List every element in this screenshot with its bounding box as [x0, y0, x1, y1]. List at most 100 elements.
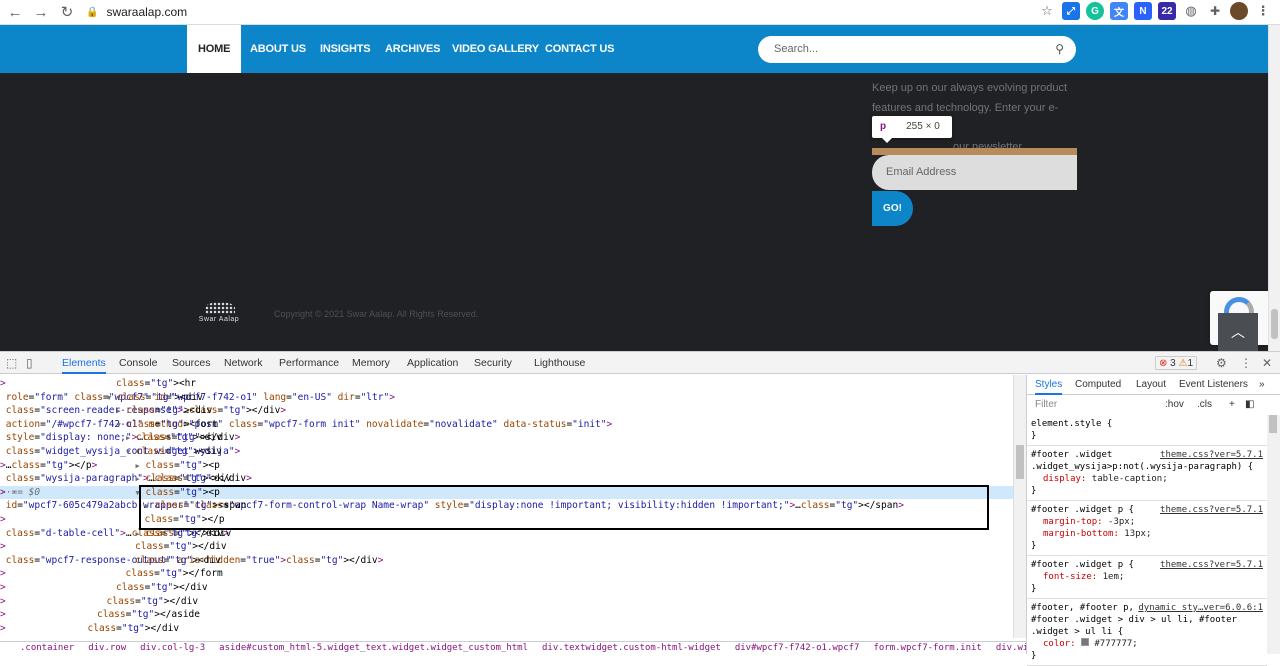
dom-node-collapsible[interactable]: ▶ class="tg"><p >…class="tg"></p> [0, 459, 1013, 473]
css-rule[interactable]: element.style {} [1027, 415, 1267, 446]
scroll-to-top-button[interactable]: ︿ [1218, 313, 1258, 351]
dom-node-collapsible[interactable]: ▶ class="tg"><div class="wysija-paragrap… [0, 472, 1013, 486]
breadcrumb-item[interactable]: div#wpcf7-f742-o1.wpcf7 [735, 643, 860, 653]
tab-lighthouse[interactable]: Lighthouse [534, 352, 585, 374]
tab-styles[interactable]: Styles [1035, 375, 1063, 395]
email-input[interactable]: Email Address [872, 155, 1077, 190]
rule-close: } [1031, 431, 1037, 441]
dom-node-collapsible[interactable]: ▼ class="tg"><form action="/#wpcf7-f742-… [0, 418, 1013, 432]
css-property[interactable]: color: #777777; [1031, 638, 1263, 650]
dom-node[interactable]: class="tg"></aside > [0, 608, 1013, 622]
nav-home[interactable]: HOME [187, 25, 242, 73]
dom-node[interactable]: class="tg"><hr > [0, 377, 1013, 391]
tab-security[interactable]: Security [474, 352, 512, 374]
tab-event-listeners[interactable]: Event Listeners [1179, 375, 1248, 395]
dom-node-collapsible[interactable]: ▼ class="tg"><div role="form" class="wpc… [0, 391, 1013, 405]
breadcrumb-item[interactable]: div.row [88, 643, 126, 653]
dom-node[interactable]: class="tg"></div > [0, 540, 1013, 554]
nav-about-us[interactable]: ABOUT US [250, 25, 306, 73]
css-rule[interactable]: theme.css?ver=5.7.1 #footer .widget p {ma… [1027, 501, 1267, 556]
star-icon[interactable]: ☆ [1038, 2, 1056, 20]
tab-console[interactable]: Console [119, 352, 158, 374]
dom-node[interactable]: class="tg"></div > [0, 595, 1013, 609]
cap-extension-icon[interactable]: 22 [1158, 2, 1176, 20]
search-icon[interactable]: ⚲ [1055, 36, 1064, 63]
reload-icon[interactable]: ↻ [56, 1, 78, 23]
browser-toolbar: ← → ↻ 🔒 swaraalap.com ☆ ⤢ G 文 N 22 ◍ ✚ ⋮ [0, 0, 1280, 25]
css-property[interactable]: margin-top: -3px; [1031, 516, 1263, 528]
breadcrumb-item[interactable]: aside#custom_html-5.widget_text.widget.w… [219, 643, 528, 653]
toggle-sidebar-icon[interactable]: ◧ [1245, 396, 1254, 414]
css-property[interactable]: display: table-caption; [1031, 473, 1263, 485]
inspect-element-icon[interactable]: ⬚ [6, 356, 17, 370]
dom-node[interactable]: class="tg"><div class="wpcf7-response-ou… [0, 554, 1013, 568]
nav-archives[interactable]: ARCHIVES [385, 25, 440, 73]
dom-node-collapsible[interactable]: ▶ class="tg"><div style="display: none;"… [0, 431, 1013, 445]
elements-scrollbar[interactable] [1013, 375, 1026, 638]
styles-tabbar: Styles Computed Layout Event Listeners » [1027, 375, 1280, 395]
nav-insights[interactable]: INSIGHTS [320, 25, 371, 73]
device-toolbar-icon[interactable]: ▯ [26, 356, 33, 370]
copyright-text: Copyright © 2021 Swar Aalap. All Rights … [274, 309, 479, 319]
css-rule[interactable]: dynamic_sty…ver=6.0.6:1 #footer, #footer … [1027, 599, 1267, 666]
more-tabs-icon[interactable]: » [1259, 375, 1265, 395]
settings-gear-icon[interactable]: ⚙ [1216, 356, 1227, 370]
new-extension-icon[interactable]: N [1134, 2, 1152, 20]
dom-node-collapsible[interactable]: ▼ class="tg"><div class="widget_wysija_c… [0, 445, 1013, 459]
styles-scrollbar[interactable] [1267, 415, 1280, 654]
back-icon[interactable]: ← [4, 1, 26, 23]
tab-layout[interactable]: Layout [1136, 375, 1166, 395]
breadcrumb-item[interactable]: div.col-lg-3 [140, 643, 205, 653]
translate-icon[interactable]: 文 [1110, 2, 1128, 20]
puzzle-icon[interactable]: ✚ [1206, 2, 1224, 20]
site-search-input[interactable]: Search... ⚲ [758, 36, 1076, 63]
breadcrumb-item[interactable]: .container [20, 643, 74, 653]
nav-contact-us[interactable]: CONTACT US [545, 25, 614, 73]
dom-node[interactable]: class="tg"></div > [0, 581, 1013, 595]
scrollbar-thumb[interactable] [1016, 445, 1024, 479]
tab-sources[interactable]: Sources [172, 352, 211, 374]
styles-filter-input[interactable]: Filter :hov .cls + ◧ [1027, 396, 1267, 414]
rule-source-link[interactable]: dynamic_sty…ver=6.0.6:1 [1138, 602, 1263, 614]
dom-node-collapsible[interactable]: ▶ class="tg"><div class="screen-reader-r… [0, 404, 1013, 418]
rule-source-link[interactable]: theme.css?ver=5.7.1 [1160, 559, 1263, 571]
issues-counter[interactable]: ⊗ 3 ⚠1 [1155, 356, 1198, 370]
tab-elements[interactable]: Elements [62, 352, 106, 374]
grammarly-icon[interactable]: G [1086, 2, 1104, 20]
rule-source-link[interactable]: theme.css?ver=5.7.1 [1160, 449, 1263, 461]
css-rule[interactable]: theme.css?ver=5.7.1 #footer .widget .widg… [1027, 446, 1267, 501]
go-button[interactable]: GO! [872, 191, 913, 226]
breadcrumb-item[interactable]: form.wpcf7-form.init [873, 643, 981, 653]
scrollbar-thumb[interactable] [1271, 309, 1278, 339]
add-rule-icon[interactable]: + [1229, 396, 1235, 414]
page-scrollbar[interactable] [1268, 25, 1280, 351]
cls-toggle[interactable]: .cls [1197, 396, 1212, 414]
avatar[interactable] [1230, 2, 1248, 20]
css-property[interactable]: font-size: 1em; [1031, 571, 1263, 583]
globe-icon[interactable]: ◍ [1182, 2, 1200, 20]
expand-icon[interactable]: ⤢ [1062, 2, 1080, 20]
more-options-icon[interactable]: ⋮ [1240, 356, 1252, 370]
rule-selector: element.style { [1031, 419, 1113, 429]
close-devtools-icon[interactable]: ✕ [1262, 356, 1272, 370]
website-viewport: HOME ABOUT US INSIGHTS ARCHIVES VIDEO GA… [0, 25, 1268, 351]
tab-performance[interactable]: Performance [279, 352, 339, 374]
dom-node[interactable]: class="tg"></div > [0, 622, 1013, 636]
dom-node[interactable]: class="tg"></form > [0, 567, 1013, 581]
url-text: swaraalap.com [106, 5, 188, 19]
breadcrumb-item[interactable]: div.widget_wysija_cont.widget_wysija [996, 643, 1026, 653]
tab-computed[interactable]: Computed [1075, 375, 1121, 395]
css-property[interactable]: margin-bottom: 13px; [1031, 528, 1263, 540]
breadcrumb-item[interactable]: div.textwidget.custom-html-widget [542, 643, 721, 653]
rule-source-link[interactable]: theme.css?ver=5.7.1 [1160, 504, 1263, 516]
tab-memory[interactable]: Memory [352, 352, 390, 374]
nav-video-gallery[interactable]: VIDEO GALLERY [452, 25, 539, 73]
hov-toggle[interactable]: :hov [1165, 396, 1184, 414]
menu-dots-icon[interactable]: ⋮ [1254, 2, 1272, 20]
scrollbar-thumb[interactable] [1269, 415, 1277, 433]
address-bar[interactable]: 🔒 swaraalap.com [86, 2, 1041, 22]
tab-network[interactable]: Network [224, 352, 263, 374]
tab-application[interactable]: Application [407, 352, 458, 374]
css-rule[interactable]: theme.css?ver=5.7.1 #footer .widget p {fo… [1027, 556, 1267, 599]
forward-icon[interactable]: → [30, 1, 52, 23]
